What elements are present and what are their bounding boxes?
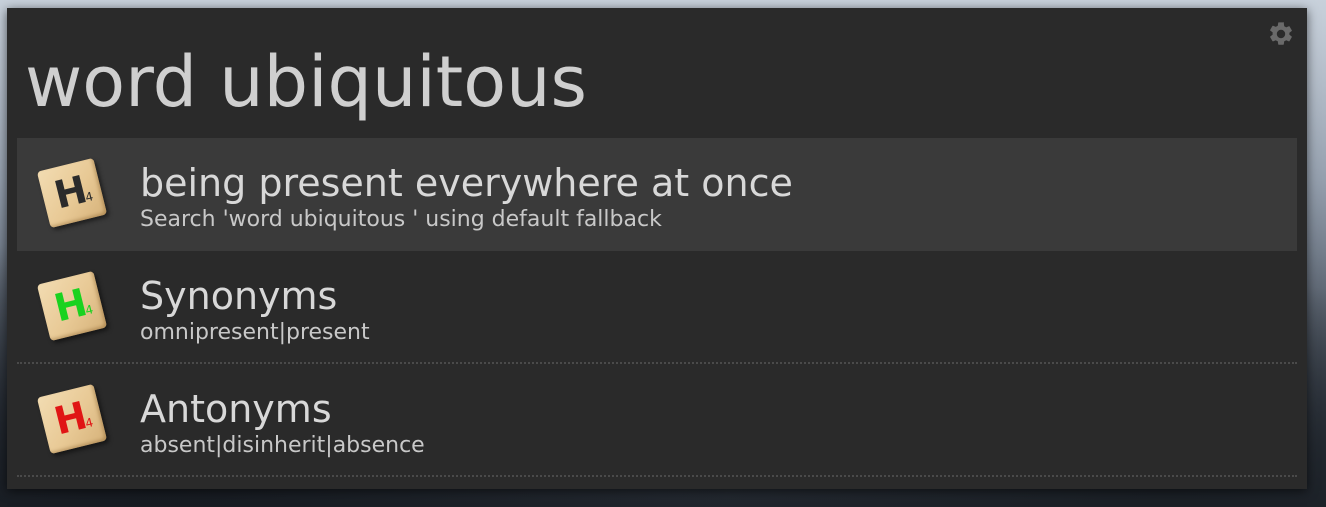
gear-icon <box>1270 22 1292 45</box>
result-title: Synonyms <box>140 274 338 318</box>
result-subtitle: absent|disinherit|absence <box>140 433 425 458</box>
result-subtitle: omnipresent|present <box>140 320 370 345</box>
result-item-antonyms[interactable]: H 4 Antonyms absent|disinherit|absence <box>17 364 1297 477</box>
scrabble-tile-icon: H 4 <box>36 270 108 342</box>
settings-button[interactable] <box>1267 20 1295 48</box>
scrabble-tile-icon: H 4 <box>36 383 108 455</box>
scrabble-tile-icon: H 4 <box>36 157 108 229</box>
result-item-definition[interactable]: H 4 being present everywhere at once Sea… <box>17 138 1297 251</box>
result-subtitle: Search 'word ubiquitous ' using default … <box>140 207 662 232</box>
result-title: being present everywhere at once <box>140 161 793 205</box>
launcher-window: H 4 being present everywhere at once Sea… <box>7 8 1307 489</box>
result-item-synonyms[interactable]: H 4 Synonyms omnipresent|present <box>17 251 1297 364</box>
result-title: Antonyms <box>140 387 332 431</box>
search-input[interactable] <box>25 34 1245 130</box>
results-list: H 4 being present everywhere at once Sea… <box>17 138 1297 477</box>
